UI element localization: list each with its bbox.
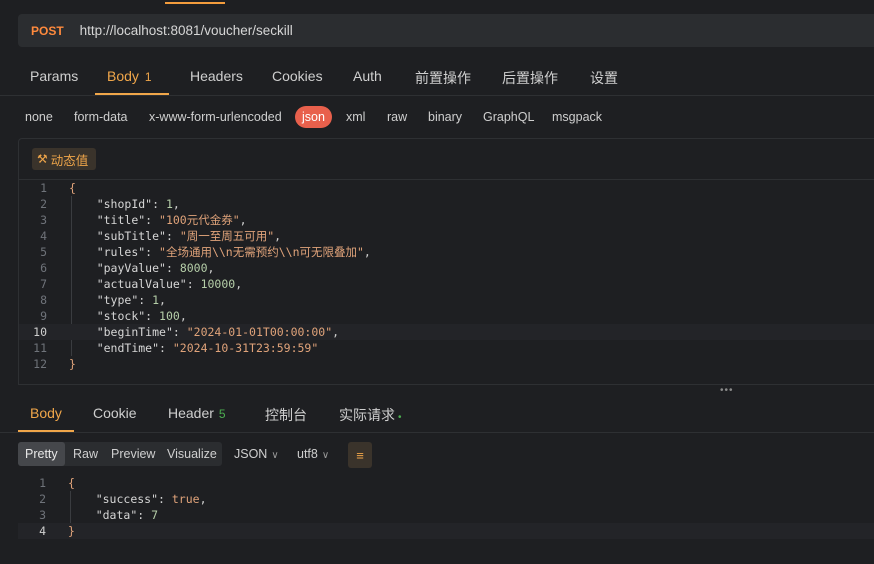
line-number: 8 [40, 293, 47, 307]
status-dot: • [398, 412, 402, 423]
wrap-lines-icon: ≡ [356, 447, 364, 463]
tab-headers[interactable]: Headers [190, 68, 243, 84]
code-line: 4 "subTitle": "周一至周五可用", [19, 228, 874, 244]
top-accent-bar [0, 0, 874, 4]
tab-settings[interactable]: 设置 [590, 68, 618, 88]
request-tabs: Params Body 1 Headers Cookies Auth 前置操作 后… [0, 58, 874, 96]
body-type-none[interactable]: none [25, 110, 53, 124]
code-line: 8 "type": 1, [19, 292, 874, 308]
url-input[interactable]: http://localhost:8081/voucher/seckill [80, 23, 293, 38]
tab-params[interactable]: Params [30, 68, 78, 84]
chevron-down-icon: ∨ [321, 450, 330, 461]
body-type-raw[interactable]: raw [387, 110, 407, 124]
code-line: 2 "success": true, [18, 491, 874, 507]
response-tabs: Body Cookie Header 5 控制台 实际请求 • [0, 395, 874, 433]
tab-response-cookie[interactable]: Cookie [93, 405, 137, 421]
active-request-tab-indicator [165, 2, 225, 4]
body-type-form-data[interactable]: form-data [74, 110, 128, 124]
chevron-down-icon: ∨ [271, 450, 279, 461]
code-line: 3 "data": 7 [18, 507, 874, 523]
response-body-viewer[interactable]: 1{ 2 "success": true, 3 "data": 7 4} [18, 475, 874, 564]
code-line: 12} [19, 356, 874, 372]
view-mode-group: Pretty Raw Preview Visualize [18, 442, 222, 466]
line-number: 4 [40, 229, 47, 243]
code-line: 9 "stock": 100, [19, 308, 874, 324]
view-visualize[interactable]: Visualize [167, 447, 217, 461]
code-line: 5 "rules": "全场通用\\n无需预约\\n可无限叠加", [19, 244, 874, 260]
tab-pre-operations[interactable]: 前置操作 [415, 68, 471, 88]
line-number: 2 [40, 197, 47, 211]
code-line: 1{ [19, 180, 874, 196]
line-number: 3 [39, 508, 46, 522]
tab-post-operations[interactable]: 后置操作 [502, 68, 558, 88]
line-number: 4 [39, 524, 46, 538]
tab-actual-request[interactable]: 实际请求 • [339, 405, 402, 425]
line-number: 5 [40, 245, 47, 259]
magic-wand-icon: ⚒ [37, 152, 48, 166]
line-number: 11 [33, 341, 47, 355]
format-select[interactable]: JSON ∨ [234, 447, 279, 461]
line-number: 6 [40, 261, 47, 275]
url-bar[interactable]: POST http://localhost:8081/voucher/secki… [18, 14, 874, 47]
body-type-msgpack[interactable]: msgpack [552, 110, 602, 124]
code-line: 6 "payValue": 8000, [19, 260, 874, 276]
body-type-xml[interactable]: xml [346, 110, 365, 124]
view-pretty[interactable]: Pretty [18, 442, 65, 466]
code-line-current: 10 "beginTime": "2024-01-01T00:00:00", [19, 324, 874, 340]
body-type-binary[interactable]: binary [428, 110, 462, 124]
code-line: 1{ [18, 475, 874, 491]
editor-toolbar [18, 138, 874, 180]
code-line: 11 "endTime": "2024-10-31T23:59:59" [19, 340, 874, 356]
line-number: 1 [39, 476, 46, 490]
tab-response-body[interactable]: Body [30, 405, 62, 421]
dynamic-value-button[interactable]: ⚒ 动态值 [32, 148, 96, 170]
code-line-current: 4} [18, 523, 874, 539]
code-line: 2 "shopId": 1, [19, 196, 874, 212]
line-number: 12 [33, 357, 47, 371]
dynamic-value-label: 动态值 [50, 153, 89, 168]
tab-body[interactable]: Body 1 [107, 68, 152, 84]
active-tab-underline [95, 93, 169, 95]
line-number: 10 [33, 325, 47, 339]
body-type-json[interactable]: json [295, 106, 332, 128]
line-number: 7 [40, 277, 47, 291]
request-body-editor[interactable]: 1{ 2 "shopId": 1, 3 "title": "100元代金券", … [18, 179, 874, 385]
header-count-badge: 5 [218, 407, 226, 421]
tab-cookies[interactable]: Cookies [272, 68, 323, 84]
body-type-selector: none form-data x-www-form-urlencoded jso… [0, 106, 874, 130]
line-number: 1 [40, 181, 47, 195]
view-preview[interactable]: Preview [111, 447, 155, 461]
body-type-graphql[interactable]: GraphQL [483, 110, 534, 124]
encoding-select[interactable]: utf8 ∨ [297, 447, 329, 461]
http-method[interactable]: POST [31, 24, 64, 38]
view-raw[interactable]: Raw [73, 447, 98, 461]
tab-console[interactable]: 控制台 [265, 405, 307, 425]
line-number: 3 [40, 213, 47, 227]
line-number: 2 [39, 492, 46, 506]
body-type-urlencoded[interactable]: x-www-form-urlencoded [149, 110, 282, 124]
wrap-lines-button[interactable]: ≡ [348, 442, 372, 468]
tab-auth[interactable]: Auth [353, 68, 382, 84]
tab-response-header[interactable]: Header 5 [168, 405, 226, 421]
panel-splitter[interactable]: ••• [0, 385, 874, 396]
code-line: 7 "actualValue": 10000, [19, 276, 874, 292]
code-line: 3 "title": "100元代金券", [19, 212, 874, 228]
active-tab-underline [18, 430, 74, 432]
line-number: 9 [40, 309, 47, 323]
body-count-badge: 1 [144, 70, 152, 84]
